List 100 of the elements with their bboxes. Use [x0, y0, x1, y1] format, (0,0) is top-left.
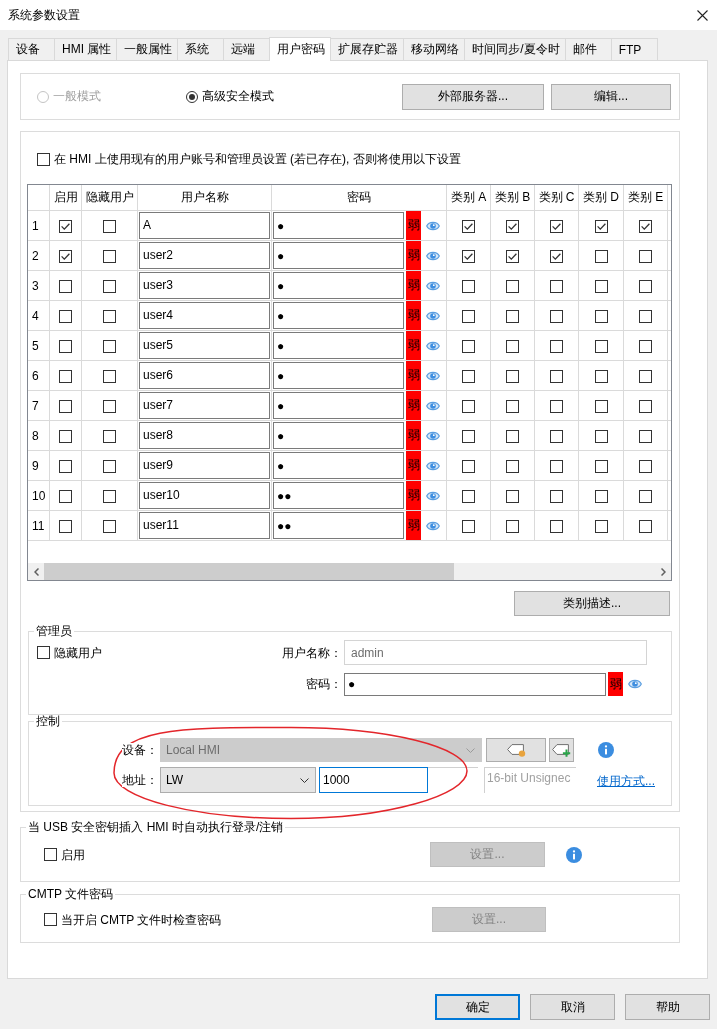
checkbox[interactable]	[550, 309, 563, 323]
radio-button[interactable]	[186, 90, 198, 103]
checkbox[interactable]	[506, 339, 519, 353]
checkbox[interactable]	[103, 519, 116, 533]
username-field[interactable]: user3	[139, 272, 270, 299]
scrollbar-thumb[interactable]	[44, 563, 454, 580]
checkbox[interactable]	[506, 429, 519, 443]
username-field[interactable]: user4	[139, 302, 270, 329]
close-icon[interactable]	[697, 9, 708, 21]
checkbox[interactable]	[506, 279, 519, 293]
checkbox[interactable]	[462, 219, 475, 233]
checkbox[interactable]	[59, 489, 72, 503]
checkbox[interactable]	[37, 646, 50, 659]
checkbox[interactable]	[639, 399, 652, 413]
eye-icon[interactable]	[426, 339, 440, 352]
eye-icon[interactable]	[426, 429, 440, 442]
checkbox[interactable]	[506, 219, 519, 233]
eye-icon[interactable]	[426, 459, 440, 472]
checkbox[interactable]	[639, 219, 652, 233]
checkbox[interactable]	[59, 279, 72, 293]
horizontal-scrollbar[interactable]	[28, 563, 671, 580]
checkbox[interactable]	[59, 369, 72, 383]
checkbox[interactable]	[59, 339, 72, 353]
checkbox[interactable]	[550, 429, 563, 443]
checkbox[interactable]	[550, 489, 563, 503]
address-type-select[interactable]: LW	[160, 767, 316, 793]
checkbox[interactable]	[462, 309, 475, 323]
checkbox[interactable]	[462, 429, 475, 443]
password-field[interactable]: ●	[344, 672, 606, 696]
checkbox[interactable]	[462, 369, 475, 383]
checkbox[interactable]	[639, 279, 652, 293]
checkbox[interactable]	[103, 399, 116, 413]
checkbox[interactable]	[639, 459, 652, 473]
checkbox[interactable]	[594, 489, 608, 503]
checkbox[interactable]	[462, 519, 475, 533]
checkbox[interactable]	[103, 429, 116, 443]
checkbox[interactable]	[462, 249, 475, 263]
checkbox[interactable]	[594, 369, 608, 383]
checkbox[interactable]	[103, 249, 116, 263]
username-field[interactable]: A	[139, 212, 270, 239]
checkbox[interactable]	[462, 339, 475, 353]
tag-button[interactable]	[549, 738, 574, 762]
password-field[interactable]: ●	[273, 272, 404, 299]
dialog-button[interactable]: 外部服务器...	[402, 83, 544, 110]
checkbox[interactable]	[594, 309, 608, 323]
password-field[interactable]: ●	[273, 452, 404, 479]
eye-icon[interactable]	[426, 399, 440, 412]
username-field[interactable]: user11	[139, 512, 270, 539]
dialog-button[interactable]: 帮助	[625, 994, 710, 1020]
info-icon[interactable]	[566, 846, 582, 863]
dialog-button[interactable]: 确定	[435, 994, 520, 1020]
password-field[interactable]: ●	[273, 242, 404, 269]
checkbox[interactable]	[594, 519, 608, 533]
checkbox[interactable]	[550, 459, 563, 473]
password-field[interactable]: ●●	[273, 482, 404, 509]
dialog-button[interactable]: 取消	[530, 994, 615, 1020]
tab[interactable]: 用户密码	[269, 37, 332, 61]
checkbox[interactable]	[103, 339, 116, 353]
checkbox[interactable]	[550, 339, 563, 353]
checkbox[interactable]	[550, 369, 563, 383]
checkbox[interactable]	[462, 459, 475, 473]
checkbox[interactable]	[59, 219, 72, 233]
checkbox[interactable]	[594, 249, 608, 263]
checkbox[interactable]	[462, 489, 475, 503]
password-field[interactable]: ●	[273, 332, 404, 359]
checkbox[interactable]	[37, 152, 50, 166]
checkbox[interactable]	[550, 249, 563, 263]
checkbox[interactable]	[550, 399, 563, 413]
checkbox[interactable]	[506, 459, 519, 473]
checkbox[interactable]	[59, 309, 72, 323]
chevron-left-icon[interactable]	[33, 567, 39, 576]
info-icon[interactable]	[598, 742, 614, 758]
tab[interactable]: FTP	[610, 38, 658, 60]
checkbox[interactable]	[59, 399, 72, 413]
checkbox[interactable]	[594, 459, 608, 473]
checkbox[interactable]	[462, 279, 475, 293]
username-field[interactable]: user9	[139, 452, 270, 479]
checkbox[interactable]	[594, 279, 608, 293]
checkbox[interactable]	[550, 519, 563, 533]
checkbox[interactable]	[506, 519, 519, 533]
checkbox[interactable]	[103, 459, 116, 473]
checkbox[interactable]	[103, 369, 116, 383]
password-field[interactable]: ●	[273, 422, 404, 449]
checkbox[interactable]	[639, 519, 652, 533]
checkbox[interactable]	[639, 339, 652, 353]
checkbox[interactable]	[550, 219, 563, 233]
eye-icon[interactable]	[426, 489, 440, 502]
checkbox[interactable]	[506, 489, 519, 503]
checkbox[interactable]	[103, 279, 116, 293]
dialog-button[interactable]: 编辑...	[551, 83, 671, 110]
checkbox[interactable]	[594, 219, 608, 233]
eye-icon[interactable]	[426, 279, 440, 292]
checkbox[interactable]	[44, 848, 57, 861]
checkbox[interactable]	[550, 279, 563, 293]
checkbox[interactable]	[462, 399, 475, 413]
username-field[interactable]: user5	[139, 332, 270, 359]
eye-icon[interactable]	[426, 519, 440, 532]
checkbox[interactable]	[59, 519, 72, 533]
password-field[interactable]: ●	[273, 212, 404, 239]
checkbox[interactable]	[103, 309, 116, 323]
